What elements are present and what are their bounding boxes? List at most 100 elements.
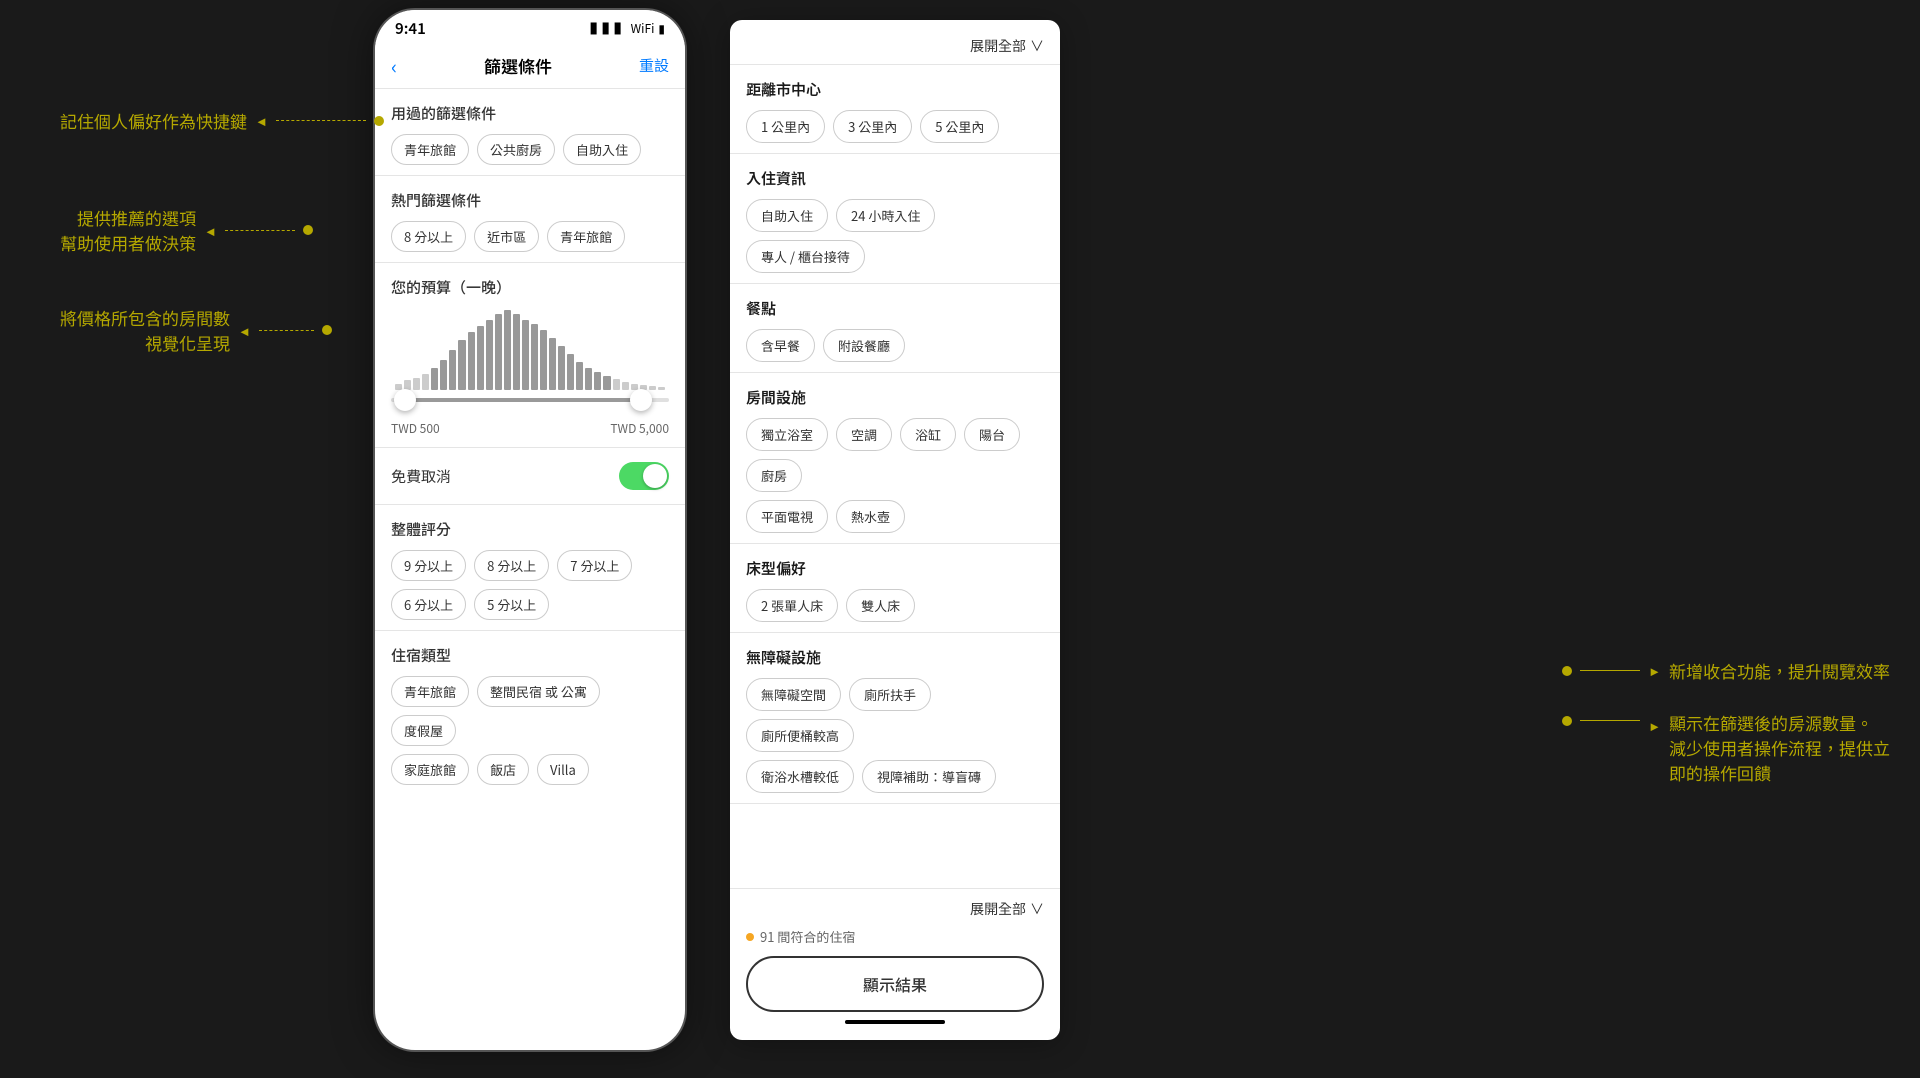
tag-8-above[interactable]: 8 分以上 [391,221,466,252]
accessibility-title: 無障礙設施 [746,647,1044,668]
tag-raised-toilet[interactable]: 廁所便桶較高 [746,719,854,752]
annotation-2-dot [303,225,313,235]
expand-all-footer-icon: ∨ [1030,899,1044,919]
tag-family-hotel[interactable]: 家庭旅館 [391,754,469,785]
bar-29 [649,386,656,390]
reset-button[interactable]: 重設 [639,55,669,76]
annotation-right-1: ► 新增收合功能，提升閱覽效率 [1562,658,1890,683]
tag-public-kitchen[interactable]: 公共廚房 [477,134,555,165]
bar-25 [613,379,620,390]
bar-7 [449,350,456,390]
tag-tactile-paving[interactable]: 視障補助：導盲磚 [862,760,996,793]
price-slider-min-thumb[interactable] [394,389,416,411]
bar-11 [486,320,493,390]
annotation-3-line2: 視覺化呈現 [60,330,230,355]
tag-5km[interactable]: 5 公里內 [920,110,999,143]
tag-accessible-space[interactable]: 無障礙空間 [746,678,841,711]
bar-18 [549,338,556,390]
popular-filters-section: 熱門篩選條件 8 分以上 近市區 青年旅館 [375,176,685,263]
budget-max-label: TWD 5,000 [610,420,669,437]
bar-8 [458,340,465,390]
tag-3km[interactable]: 3 公里內 [833,110,912,143]
bar-30 [658,387,665,390]
tag-ac[interactable]: 空調 [836,418,892,451]
expand-all-footer-btn[interactable]: 展開全部 ∨ [746,899,1044,919]
tag-flat-tv[interactable]: 平面電視 [746,500,828,533]
tag-twin[interactable]: 2 張單人床 [746,589,838,622]
bar-26 [622,382,629,390]
tag-double[interactable]: 雙人床 [846,589,915,622]
tag-5-above[interactable]: 5 分以上 [474,589,549,620]
histogram-container [391,310,669,410]
tag-youth-hostel-1[interactable]: 青年旅館 [391,134,469,165]
page-title: 篩選條件 [484,53,552,78]
rating-tags-2: 6 分以上 5 分以上 [391,589,669,620]
budget-title: 您的預算（一晚） [391,277,669,298]
tag-6-above[interactable]: 6 分以上 [391,589,466,620]
histogram-bars [391,310,669,390]
tag-private-bath[interactable]: 獨立浴室 [746,418,828,451]
tag-low-sink[interactable]: 衛浴水槽較低 [746,760,854,793]
tag-restaurant[interactable]: 附設餐廳 [823,329,905,362]
bar-14 [513,314,520,390]
expand-all-footer-label: 展開全部 [970,899,1026,919]
tag-youth-hostel-2[interactable]: 青年旅館 [547,221,625,252]
rating-title: 整體評分 [391,519,669,540]
annotation-2-text: 提供推薦的選項 幫助使用者做決策 [60,205,196,255]
tag-9-above[interactable]: 9 分以上 [391,550,466,581]
annotation-2-line [225,230,295,231]
phone-mockup: 9:41 ▌▌▌ WiFi ▮ ‹ 篩選條件 重設 用過的篩選條件 青年旅館 公… [375,10,685,1050]
tag-reception[interactable]: 專人 / 櫃台接待 [746,240,865,273]
tag-24h-checkin[interactable]: 24 小時入住 [836,199,935,232]
accommodation-section: 住宿類型 青年旅館 整間民宿 或 公寓 度假屋 家庭旅館 飯店 Villa [375,631,685,795]
annotation-3: 將價格所包含的房間數 視覺化呈現 ◄ [60,305,332,355]
tag-self-checkin[interactable]: 自助入住 [563,134,641,165]
tag-whole-apartment[interactable]: 整間民宿 或 公寓 [477,676,600,707]
expand-all-top-button[interactable]: 展開全部 ∨ [970,36,1044,56]
status-icons: ▌▌▌ WiFi ▮ [591,20,665,37]
free-cancellation-section: 免費取消 [375,448,685,505]
tag-vacation-house[interactable]: 度假屋 [391,715,456,746]
room-facilities-tags: 獨立浴室 空調 浴缸 陽台 廚房 [746,418,1044,492]
tag-near-city[interactable]: 近市區 [474,221,539,252]
annotation-right-1-arrow: ► [1648,661,1661,680]
accommodation-tags: 青年旅館 整間民宿 或 公寓 度假屋 [391,676,669,746]
tag-7-above[interactable]: 7 分以上 [557,550,632,581]
free-cancellation-toggle[interactable] [619,462,669,490]
annotation-1: 記住個人偏好作為快捷鍵 ◄ [60,108,384,133]
accommodation-title: 住宿類型 [391,645,669,666]
tag-balcony[interactable]: 陽台 [964,418,1020,451]
tag-kettle[interactable]: 熱水壺 [836,500,905,533]
result-count: 91 間符合的住宿 [746,927,1044,946]
distance-title: 距離市中心 [746,79,1044,100]
annotation-2: 提供推薦的選項 幫助使用者做決策 ◄ [60,205,313,255]
annotation-right-2: ► 顯示在篩選後的房源數量。 減少使用者操作流程，提供立 即的操作回饋 [1562,710,1890,785]
tag-youth-hostel-3[interactable]: 青年旅館 [391,676,469,707]
tag-self-checkin-r[interactable]: 自助入住 [746,199,828,232]
bar-4 [422,374,429,390]
accessibility-tags: 無障礙空間 廁所扶手 廁所便桶較高 [746,678,1044,752]
tag-1km[interactable]: 1 公里內 [746,110,825,143]
back-button[interactable]: ‹ [391,51,397,80]
tag-hotel[interactable]: 飯店 [477,754,529,785]
annotation-right-2-text: 顯示在篩選後的房源數量。 減少使用者操作流程，提供立 即的操作回饋 [1669,710,1890,785]
annotation-3-text: 將價格所包含的房間數 視覺化呈現 [60,305,230,355]
budget-section: 您的預算（一晚） [375,263,685,448]
tag-toilet-handrail[interactable]: 廁所扶手 [849,678,931,711]
accessibility-tags-2: 衛浴水槽較低 視障補助：導盲磚 [746,760,1044,793]
status-time: 9:41 [395,18,426,39]
tag-villa[interactable]: Villa [537,754,589,785]
used-filters-section: 用過的篩選條件 青年旅館 公共廚房 自助入住 [375,89,685,176]
annotation-1-line [276,120,366,121]
show-results-button[interactable]: 顯示結果 [746,956,1044,1012]
accessibility-section: 無障礙設施 無障礙空間 廁所扶手 廁所便桶較高 衛浴水槽較低 視障補助：導盲磚 [730,633,1060,804]
price-slider-max-thumb[interactable] [630,389,652,411]
meals-section: 餐點 含早餐 附設餐廳 [730,284,1060,373]
annotation-right-2-arrow: ► [1648,716,1661,735]
wifi-icon: WiFi [631,20,655,37]
popular-filters-title: 熱門篩選條件 [391,190,669,211]
tag-kitchen[interactable]: 廚房 [746,459,802,492]
tag-bathtub[interactable]: 浴缸 [900,418,956,451]
tag-breakfast[interactable]: 含早餐 [746,329,815,362]
tag-8-above-r[interactable]: 8 分以上 [474,550,549,581]
